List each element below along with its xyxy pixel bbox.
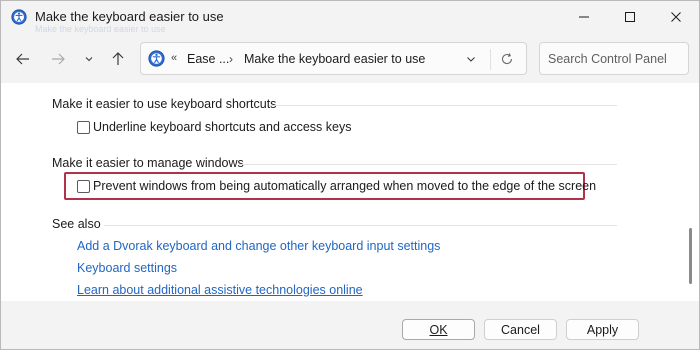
- breadcrumb-ease-of-access[interactable]: Ease ...: [187, 52, 229, 66]
- checkbox-label[interactable]: Prevent windows from being automatically…: [93, 179, 596, 193]
- link-dvorak-keyboard[interactable]: Add a Dvorak keyboard and change other k…: [77, 239, 440, 253]
- ok-label[interactable]: OK: [429, 323, 447, 337]
- cancel-button[interactable]: Cancel: [484, 319, 557, 340]
- link-assistive-technologies[interactable]: Learn about additional assistive technol…: [77, 283, 363, 297]
- vertical-scrollbar[interactable]: [681, 83, 699, 301]
- chevron-down-icon: [85, 57, 93, 62]
- checkbox-label[interactable]: Underline keyboard shortcuts and access …: [93, 120, 351, 134]
- close-button[interactable]: [653, 1, 699, 33]
- option-prevent-arrange[interactable]: Prevent windows from being automatically…: [77, 177, 596, 195]
- minimize-icon: [579, 16, 589, 18]
- forward-arrow-icon: [52, 53, 65, 65]
- search-placeholder[interactable]: Search Control Panel: [548, 52, 667, 66]
- section-divider: [104, 225, 617, 226]
- title-bar: Make the keyboard easier to use Make the…: [1, 1, 699, 34]
- maximize-button[interactable]: [607, 1, 653, 33]
- control-panel-window: Make the keyboard easier to use Make the…: [0, 0, 700, 350]
- dialog-footer: OK Cancel Apply: [1, 301, 699, 349]
- refresh-button[interactable]: [498, 50, 516, 68]
- recent-locations-button[interactable]: [77, 47, 101, 71]
- up-arrow-icon: [112, 52, 124, 65]
- refresh-icon: [501, 53, 513, 65]
- address-dropdown-button[interactable]: [462, 50, 480, 68]
- close-icon: [671, 12, 681, 22]
- forward-button[interactable]: [46, 47, 70, 71]
- scrollbar-thumb[interactable]: [689, 228, 692, 284]
- link-keyboard-settings[interactable]: Keyboard settings: [77, 261, 177, 275]
- back-button[interactable]: [11, 47, 35, 71]
- section-divider: [239, 164, 617, 165]
- section-heading-windows: Make it easier to manage windows: [52, 156, 244, 170]
- option-underline-shortcuts[interactable]: Underline keyboard shortcuts and access …: [77, 118, 351, 136]
- underline-shortcuts-checkbox[interactable]: [77, 120, 90, 134]
- ease-of-access-icon: [148, 50, 165, 67]
- section-divider: [269, 105, 617, 106]
- breadcrumb-current[interactable]: Make the keyboard easier to use: [244, 52, 425, 66]
- breadcrumb-separator[interactable]: ›: [229, 52, 233, 66]
- back-arrow-icon: [16, 53, 29, 65]
- section-heading-see-also: See also: [52, 217, 101, 231]
- faded-title-text: Make the keyboard easier to use: [35, 24, 166, 34]
- ease-of-access-icon: [11, 9, 27, 25]
- address-overflow-chevron[interactable]: «: [171, 52, 177, 64]
- ok-button[interactable]: OK: [402, 319, 475, 340]
- chevron-down-icon: [467, 57, 475, 62]
- apply-button[interactable]: Apply: [566, 319, 639, 340]
- search-box[interactable]: Search Control Panel: [539, 42, 689, 75]
- maximize-icon: [625, 12, 635, 22]
- content-panel: Make it easier to use keyboard shortcuts…: [1, 83, 681, 301]
- prevent-arrange-checkbox[interactable]: [77, 179, 90, 193]
- navigation-bar: « Ease ... › Make the keyboard easier to…: [1, 37, 699, 81]
- window-title: Make the keyboard easier to use: [35, 9, 224, 24]
- address-divider: [490, 49, 491, 70]
- address-bar[interactable]: « Ease ... › Make the keyboard easier to…: [140, 42, 527, 75]
- up-button[interactable]: [106, 47, 130, 71]
- section-heading-shortcuts: Make it easier to use keyboard shortcuts: [52, 97, 277, 111]
- minimize-button[interactable]: [561, 1, 607, 33]
